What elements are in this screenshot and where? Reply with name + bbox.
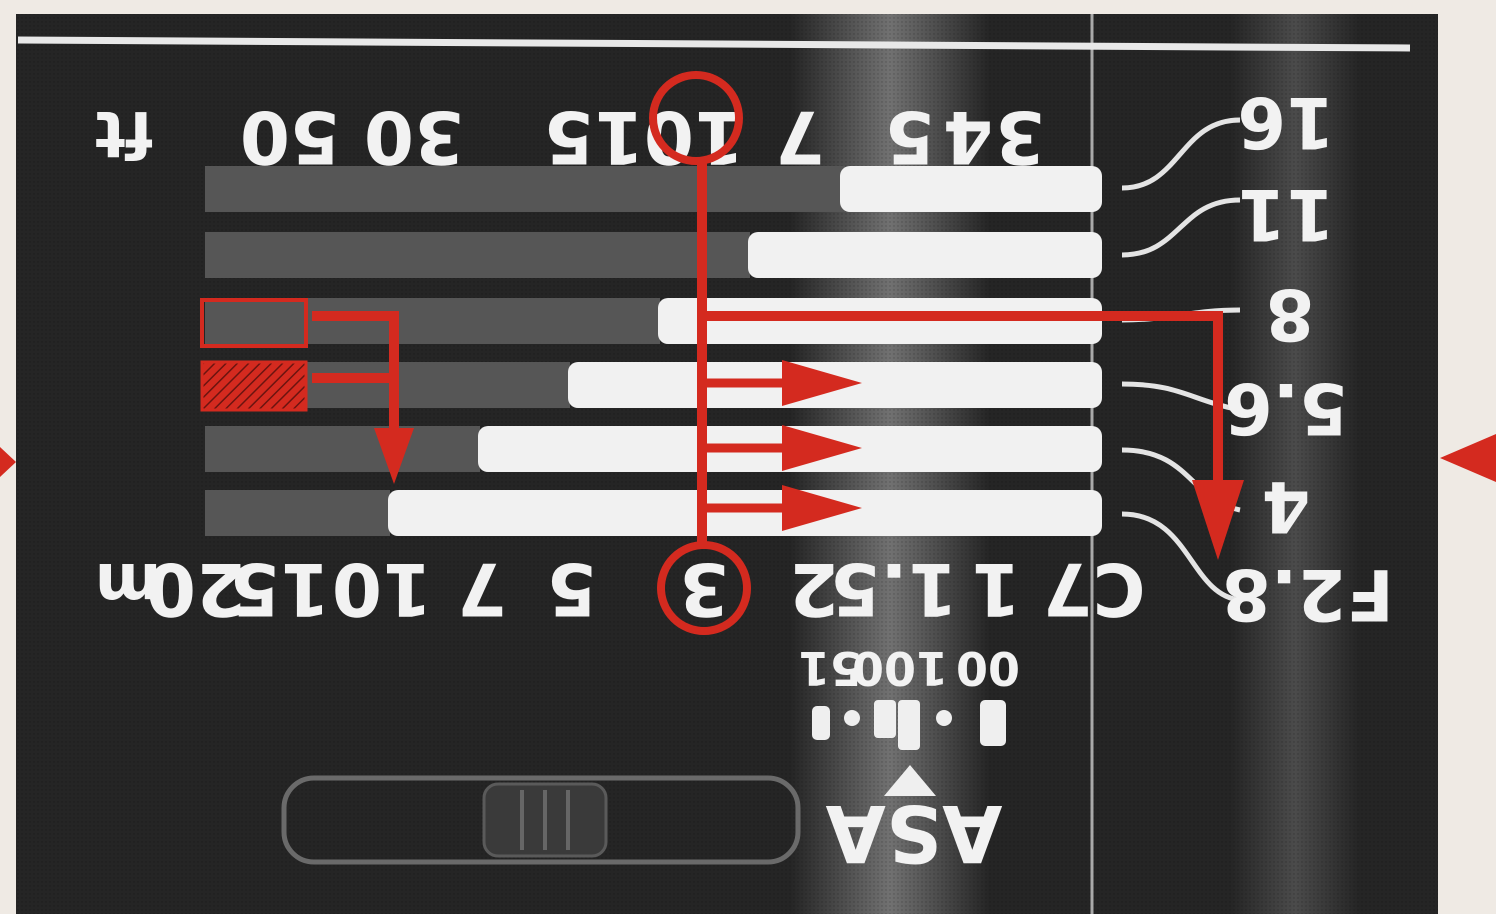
- meter-label: 1: [971, 547, 1021, 631]
- aperture-label: 8: [1266, 273, 1315, 355]
- dof-bar-grey: [205, 232, 750, 278]
- asa-label: ASA: [826, 787, 1003, 877]
- aperture-label: 5.6: [1224, 367, 1348, 449]
- meter-unit: m: [95, 548, 162, 622]
- feet-label: 50: [240, 95, 340, 179]
- feet-label: 7: [775, 95, 825, 179]
- dof-bar-white: [748, 232, 1102, 278]
- feet-label: 5: [885, 95, 935, 179]
- aperture-label: 16: [1237, 81, 1334, 163]
- meter-label: 7: [457, 547, 507, 631]
- asa-value: 00: [956, 641, 1020, 695]
- dof-bar-grey: [205, 298, 660, 344]
- depth-of-field-dial: 3 4 5 7 10 15 30 50 ft C7 1 1.5 2 3 5 7 …: [0, 14, 1496, 914]
- index-marker-right: [1440, 434, 1496, 482]
- meter-label: 2: [789, 547, 839, 631]
- aperture-label: 4: [1262, 465, 1311, 547]
- dof-bar-grey: [205, 426, 480, 472]
- feet-label: 30: [364, 95, 464, 179]
- feet-label: 15: [544, 95, 644, 179]
- feet-unit: ft: [95, 96, 153, 170]
- dof-bar-grey: [205, 490, 390, 536]
- meter-label-highlighted: 3: [679, 547, 729, 631]
- aperture-label: 11: [1237, 173, 1334, 255]
- meter-label: 1.5: [830, 547, 958, 631]
- dof-bar-white: [388, 490, 1102, 536]
- feet-label: 3: [995, 95, 1045, 179]
- asa-value: 51: [798, 641, 862, 695]
- meter-label: 5: [547, 547, 597, 631]
- legend-box-hatched: [200, 360, 308, 412]
- meter-label: 10: [332, 547, 432, 631]
- asa-value: 100: [852, 641, 948, 695]
- aperture-label: F2.8: [1222, 553, 1394, 635]
- meter-label: C7: [1043, 547, 1146, 631]
- feet-label: 4: [943, 95, 993, 179]
- index-marker-left: [0, 447, 16, 477]
